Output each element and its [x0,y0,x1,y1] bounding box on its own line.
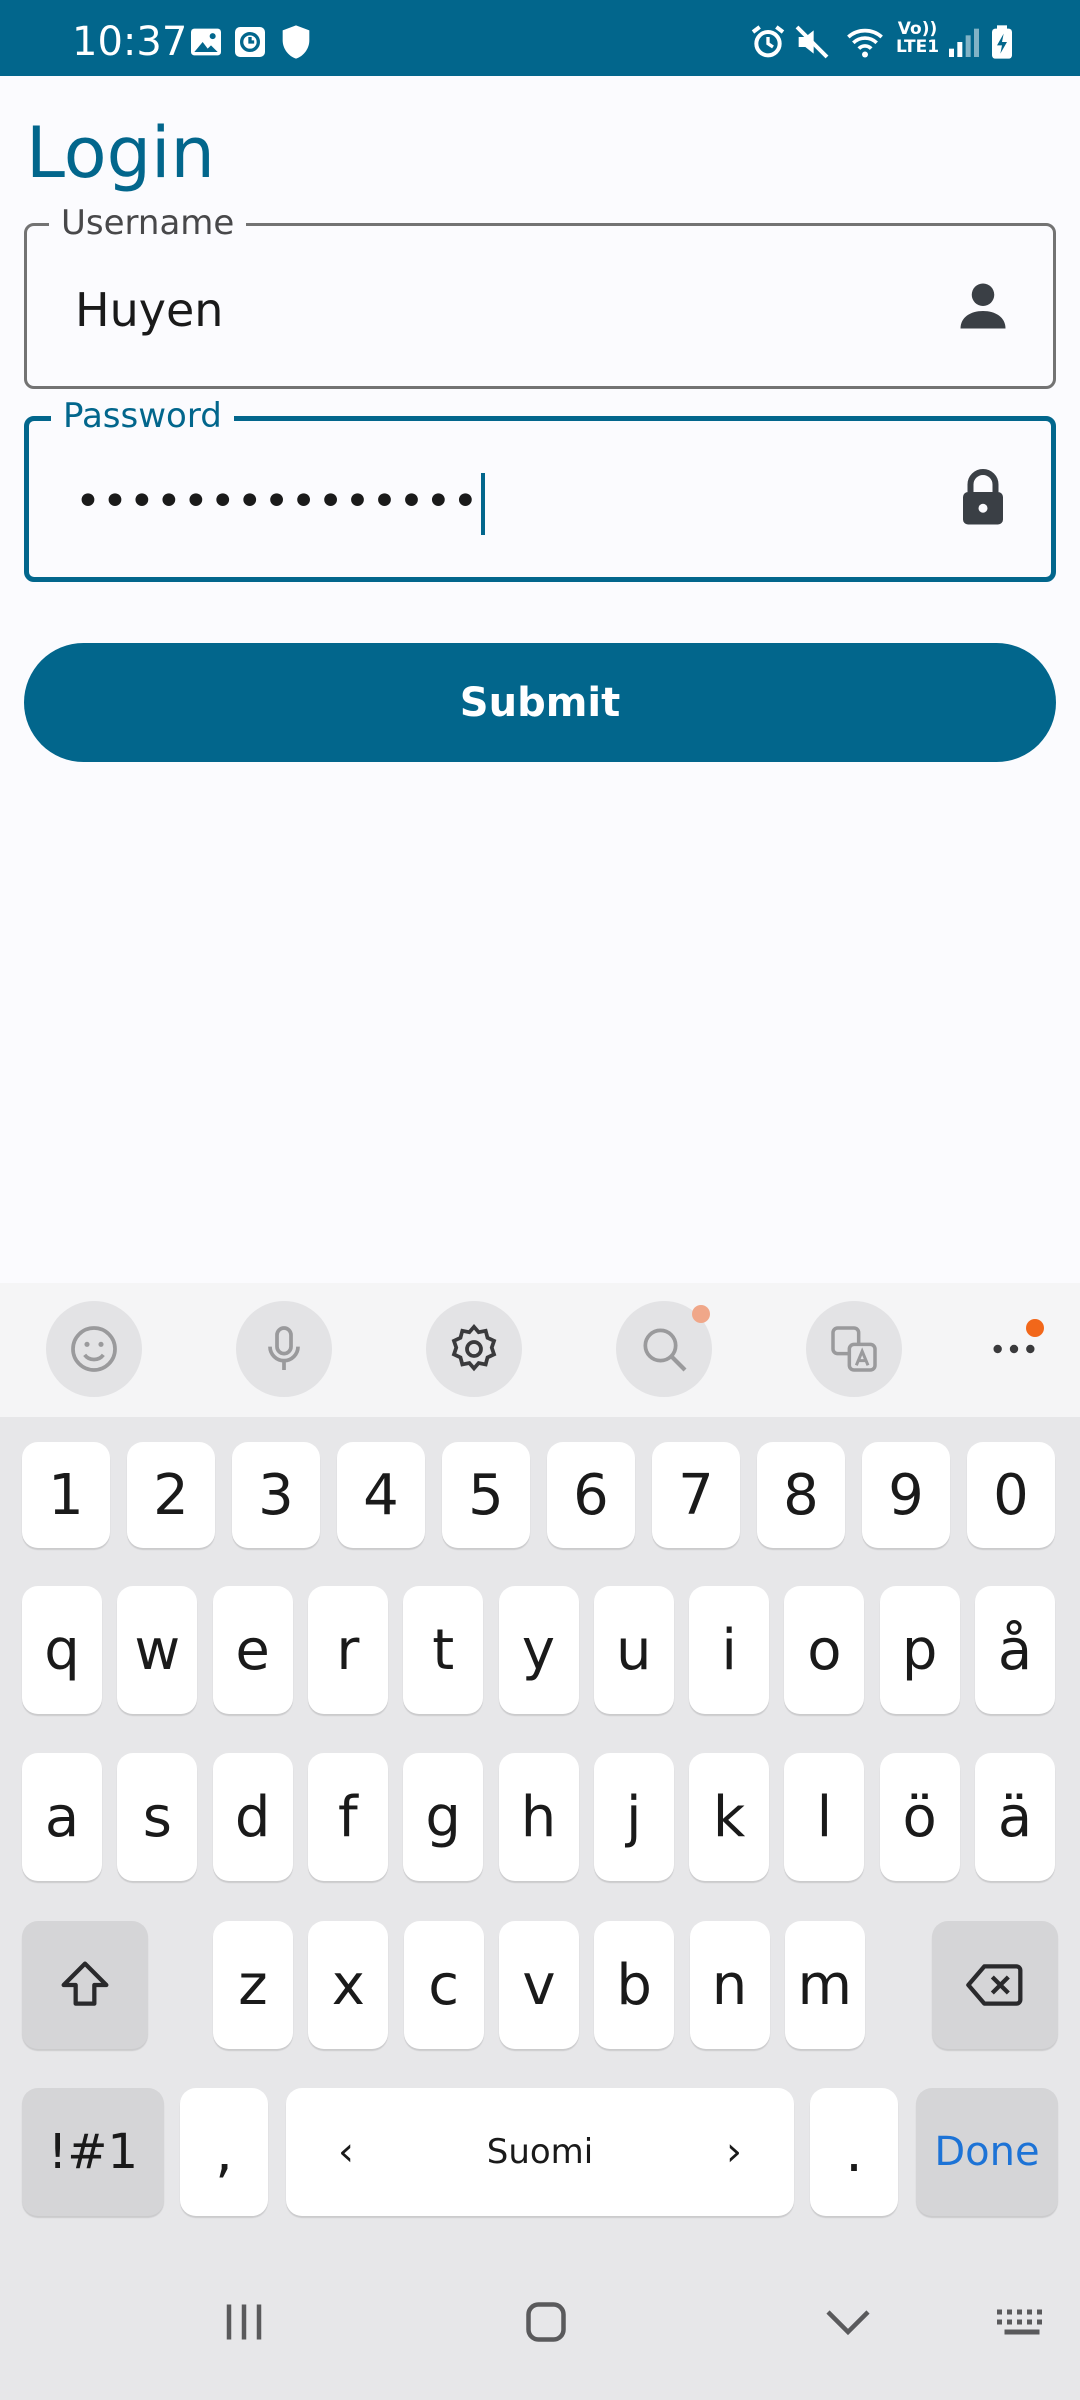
key-number_row-8[interactable]: 9 [862,1442,950,1548]
done-key[interactable]: Done [916,2088,1058,2216]
password-field[interactable]: Password ••••••••••••••• [24,397,1056,582]
shift-key[interactable] [22,1921,148,2049]
password-value[interactable]: ••••••••••••••• [75,473,486,535]
home-icon[interactable] [516,2292,576,2352]
key-row3-2[interactable]: c [403,1921,484,2049]
key-row2-6[interactable]: j [593,1753,674,1881]
submit-button[interactable]: Submit [24,643,1056,762]
settings-icon[interactable] [426,1301,522,1397]
key-number_row-0[interactable]: 1 [22,1442,110,1548]
more-icon[interactable] [966,1301,1062,1397]
comma-key[interactable]: , [180,2088,268,2216]
shield-icon [276,22,316,62]
key-row1-0[interactable]: q [22,1586,102,1714]
key-row2-8[interactable]: l [784,1753,865,1881]
volte-icon: Vo)) LTE1 [896,19,940,57]
username-value[interactable]: Huyen [75,284,223,336]
key-row2-1[interactable]: s [117,1753,198,1881]
key-row2-10[interactable]: ä [975,1753,1055,1881]
person-icon [953,276,1013,336]
text-caret [481,473,486,535]
key-row3-6[interactable]: m [784,1921,865,2049]
key-row1-6[interactable]: u [593,1586,674,1714]
recents-icon[interactable] [214,2292,274,2352]
lock-icon [953,467,1013,527]
key-row2-2[interactable]: d [212,1753,293,1881]
key-row1-1[interactable]: w [117,1586,198,1714]
battery-charging-icon [982,22,1022,62]
period-key[interactable]: . [810,2088,898,2216]
key-number_row-3[interactable]: 4 [337,1442,425,1548]
wifi-icon [842,22,888,62]
key-row1-2[interactable]: e [212,1586,293,1714]
key-row3-4[interactable]: b [594,1921,675,2049]
key-row1-10[interactable]: å [975,1586,1055,1714]
key-row1-4[interactable]: t [403,1586,484,1714]
symbols-key[interactable]: !#1 [22,2088,164,2216]
page-title: Login [26,112,215,194]
username-label: Username [49,204,247,242]
mute-icon [792,22,832,62]
status-time: 10:37 [72,19,188,65]
navigation-bar [0,2244,1080,2400]
key-number_row-2[interactable]: 3 [232,1442,320,1548]
key-row1-5[interactable]: y [498,1586,579,1714]
key-number_row-5[interactable]: 6 [547,1442,635,1548]
key-row1-9[interactable]: p [879,1586,960,1714]
key-number_row-9[interactable]: 0 [967,1442,1055,1548]
key-row3-1[interactable]: x [308,1921,389,2049]
screen-record-icon [230,22,270,62]
back-icon[interactable] [818,2292,878,2352]
translate-icon[interactable] [806,1301,902,1397]
username-field[interactable]: Username Huyen [24,204,1056,389]
backspace-key[interactable] [932,1921,1058,2049]
key-row3-3[interactable]: v [498,1921,579,2049]
key-row2-3[interactable]: f [307,1753,388,1881]
more-notification-dot [1026,1319,1044,1337]
emoji-icon[interactable] [46,1301,142,1397]
alarm-icon [748,22,788,62]
chevron-left-icon: ‹ [338,2129,354,2175]
chevron-right-icon: › [726,2129,742,2175]
space-key[interactable]: ‹ Suomi › [286,2088,794,2216]
signal-icon [944,22,984,62]
key-number_row-7[interactable]: 8 [757,1442,845,1548]
key-number_row-6[interactable]: 7 [652,1442,740,1548]
key-row1-3[interactable]: r [307,1586,388,1714]
image-icon [186,22,226,62]
key-row3-5[interactable]: n [689,1921,770,2049]
key-row1-7[interactable]: i [689,1586,770,1714]
key-row2-0[interactable]: a [22,1753,102,1881]
key-row3-0[interactable]: z [213,1921,293,2049]
keyboard-icon[interactable] [992,2292,1052,2352]
mic-icon[interactable] [236,1301,332,1397]
key-row2-4[interactable]: g [403,1753,484,1881]
key-row2-9[interactable]: ö [879,1753,960,1881]
key-row2-7[interactable]: k [689,1753,770,1881]
key-number_row-4[interactable]: 5 [442,1442,530,1548]
keyboard-toolbar [0,1283,1080,1417]
search-notification-dot [692,1305,710,1323]
keyboard: !#1 , ‹ Suomi › . Done 1234567890 qwertyu… [0,1283,1080,2400]
key-row1-8[interactable]: o [784,1586,865,1714]
key-row2-5[interactable]: h [498,1753,579,1881]
password-label: Password [51,397,234,435]
key-number_row-1[interactable]: 2 [127,1442,215,1548]
space-language-label: Suomi [486,2132,594,2172]
status-bar: 10:37 Vo)) LTE1 [0,0,1080,76]
